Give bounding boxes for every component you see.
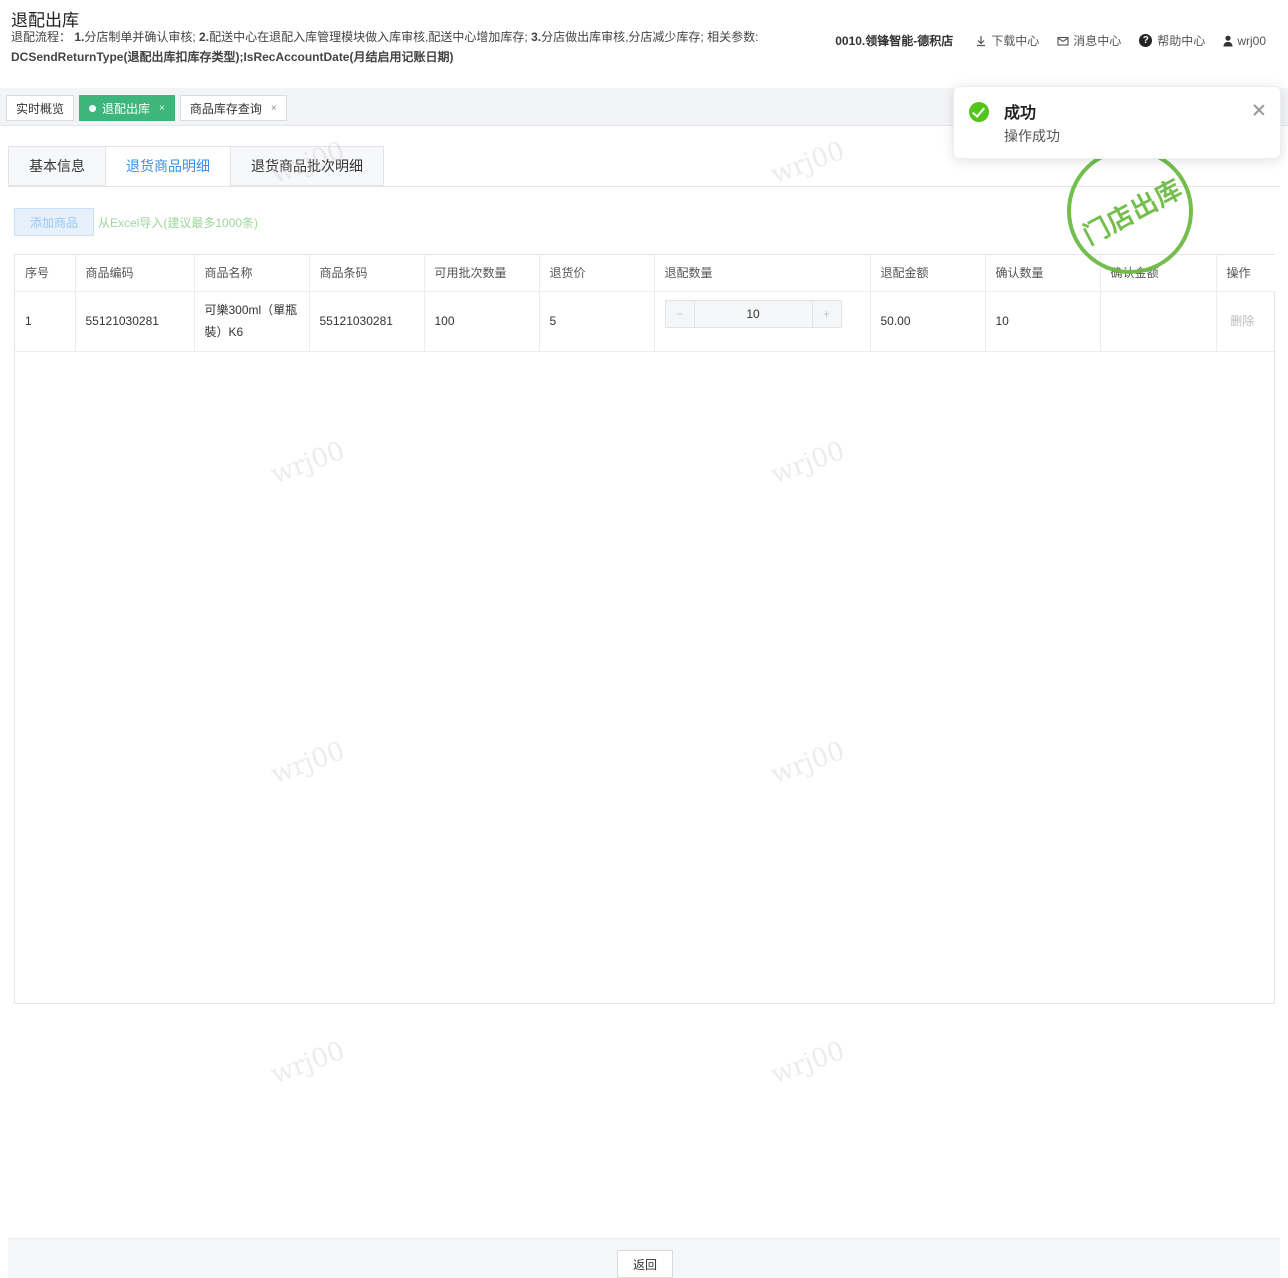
delete-row-button[interactable]: 删除 bbox=[1216, 291, 1276, 352]
tab-inventory-query[interactable]: 商品库存查询 × bbox=[179, 95, 287, 121]
column-header: 可用批次数量 bbox=[424, 255, 540, 292]
add-product-button[interactable]: 添加商品 bbox=[14, 208, 94, 236]
column-header: 退配金额 bbox=[870, 255, 986, 292]
check-circle-icon bbox=[969, 102, 989, 122]
column-header: 退货价 bbox=[539, 255, 655, 292]
cell-confirm-amount bbox=[1100, 291, 1217, 352]
cell-qty: − 10 + bbox=[654, 291, 871, 352]
notification-title: 成功 bbox=[1004, 105, 1037, 122]
cell-barcode: 55121030281 bbox=[309, 291, 425, 352]
top-right-menu: 0010.领锋智能-德积店 下载中心 消息中心 ? 帮助中心 wrj00 bbox=[835, 32, 1266, 49]
subtab-return-items[interactable]: 退货商品明细 bbox=[105, 146, 230, 186]
close-icon[interactable]: × bbox=[271, 103, 277, 114]
detail-subtabs: 基本信息 退货商品明细 退货商品批次明细 bbox=[8, 146, 384, 186]
subtab-return-batches[interactable]: 退货商品批次明细 bbox=[230, 146, 384, 186]
close-icon[interactable] bbox=[1252, 103, 1266, 117]
subtab-basic-info[interactable]: 基本信息 bbox=[8, 146, 105, 186]
stamp-text: 门店出库 bbox=[1078, 174, 1188, 252]
cell-price: 5 bbox=[539, 291, 655, 352]
footer-bar: 返回 bbox=[8, 1238, 1280, 1278]
excel-import-link[interactable]: 从Excel导入(建议最多1000条) bbox=[98, 214, 258, 231]
store-outbound-stamp: 门店出库 bbox=[1067, 148, 1193, 274]
cell-amount: 50.00 bbox=[870, 291, 986, 352]
cell-name: 可樂300ml（單瓶裝）K6 bbox=[194, 291, 310, 352]
table-row: 1 55121030281 可樂300ml（單瓶裝）K6 55121030281… bbox=[15, 291, 1276, 352]
process-description: 退配流程： 1.分店制单并确认审核; 2.配送中心在退配入库管理模块做入库审核,… bbox=[11, 30, 759, 64]
page-header: 退配出库 退配流程： 1.分店制单并确认审核; 2.配送中心在退配入库管理模块做… bbox=[0, 0, 1288, 80]
column-header: 退配数量 bbox=[654, 255, 871, 292]
watermark: wrj00 bbox=[267, 1035, 349, 1091]
cell-confirm-qty: 10 bbox=[985, 291, 1101, 352]
active-dot-icon bbox=[89, 104, 97, 112]
column-header: 商品条码 bbox=[309, 255, 425, 292]
store-name[interactable]: 0010.领锋智能-德积店 bbox=[835, 32, 953, 49]
message-center-link[interactable]: 消息中心 bbox=[1057, 32, 1121, 49]
items-table: 序号 商品编码 商品名称 商品条码 可用批次数量 退货价 退配数量 退配金额 确… bbox=[14, 254, 1276, 1004]
user-menu[interactable]: wrj00 bbox=[1223, 34, 1266, 48]
close-icon[interactable]: × bbox=[159, 103, 165, 114]
tab-return-outbound[interactable]: 退配出库 × bbox=[79, 95, 175, 121]
download-center-link[interactable]: 下载中心 bbox=[975, 32, 1039, 49]
column-header: 操作 bbox=[1216, 255, 1276, 292]
help-icon: ? bbox=[1139, 34, 1153, 47]
watermark: wrj00 bbox=[767, 135, 849, 191]
cell-code: 55121030281 bbox=[75, 291, 195, 352]
quantity-input[interactable]: 10 bbox=[693, 301, 813, 327]
column-header: 确认数量 bbox=[985, 255, 1101, 292]
decrement-button[interactable]: − bbox=[665, 301, 694, 327]
mail-icon bbox=[1057, 36, 1069, 46]
cell-index: 1 bbox=[15, 291, 76, 352]
success-notification: 成功 操作成功 bbox=[953, 86, 1281, 159]
column-header: 商品编码 bbox=[75, 255, 195, 292]
back-button[interactable]: 返回 bbox=[617, 1250, 673, 1278]
column-header: 商品名称 bbox=[194, 255, 310, 292]
help-center-link[interactable]: ? 帮助中心 bbox=[1139, 32, 1205, 49]
quantity-stepper: − 10 + bbox=[664, 300, 842, 328]
watermark: wrj00 bbox=[767, 1035, 849, 1091]
table-header-row: 序号 商品编码 商品名称 商品条码 可用批次数量 退货价 退配数量 退配金额 确… bbox=[15, 255, 1276, 292]
cell-available: 100 bbox=[424, 291, 540, 352]
notification-message: 操作成功 bbox=[1004, 128, 1060, 144]
download-icon bbox=[977, 35, 986, 46]
column-header: 序号 bbox=[15, 255, 76, 292]
tab-realtime-overview[interactable]: 实时概览 bbox=[6, 95, 75, 121]
increment-button[interactable]: + bbox=[812, 301, 841, 327]
user-icon bbox=[1223, 35, 1233, 46]
